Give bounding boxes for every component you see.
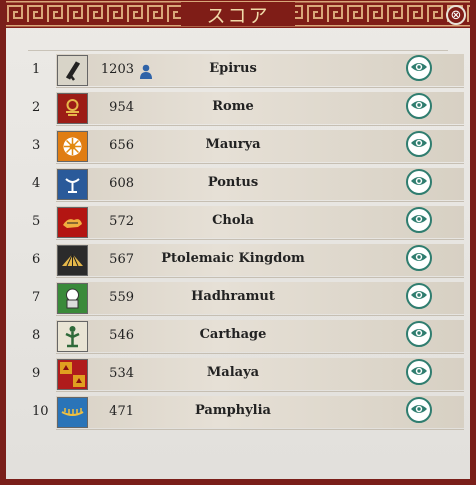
- row-divider: [56, 315, 464, 316]
- row-divider: [56, 125, 464, 126]
- score-window: スコア ⊗ 1 1203 Epirus 2 954 Rome 3 656 Maurya 4 608 P…: [0, 0, 476, 485]
- row-divider: [56, 239, 464, 240]
- eye-icon: [410, 211, 428, 230]
- score-row: 2 954 Rome: [28, 90, 464, 128]
- title-plate: スコア: [181, 2, 295, 27]
- view-civ-button[interactable]: [406, 131, 432, 157]
- view-civ-button[interactable]: [406, 245, 432, 271]
- score-row: 10 471 Pamphylia: [28, 394, 464, 432]
- civ-flag-icon: [57, 55, 88, 86]
- civ-flag-icon: [57, 321, 88, 352]
- table-top-divider: [28, 50, 448, 51]
- civ-flag-icon: [57, 207, 88, 238]
- score-row: 7 559 Hadhramut: [28, 280, 464, 318]
- view-civ-button[interactable]: [406, 283, 432, 309]
- rank-number: 1: [32, 62, 41, 77]
- close-icon: ⊗: [450, 7, 462, 23]
- row-divider: [56, 429, 464, 430]
- close-button[interactable]: ⊗: [446, 5, 466, 25]
- eye-icon: [410, 135, 428, 154]
- civ-flag-icon: [57, 397, 88, 428]
- civ-name: Ptolemaic Kingdom: [161, 251, 305, 266]
- title-bar: スコア: [6, 0, 470, 28]
- rank-number: 8: [32, 328, 41, 343]
- civ-name: Malaya: [206, 365, 260, 380]
- row-divider: [56, 277, 464, 278]
- view-civ-button[interactable]: [406, 93, 432, 119]
- civ-name: Epirus: [209, 61, 257, 76]
- eye-icon: [410, 325, 428, 344]
- civ-name: Pamphylia: [194, 403, 271, 418]
- civ-name: Chola: [212, 213, 254, 228]
- score-row: 9 534 Malaya: [28, 356, 464, 394]
- civ-flag-icon: [57, 245, 88, 276]
- row-divider: [56, 87, 464, 88]
- civ-name: Rome: [212, 99, 254, 114]
- civ-name: Maurya: [205, 137, 261, 152]
- eye-icon: [410, 401, 428, 420]
- rank-number: 5: [32, 214, 41, 229]
- rank-number: 2: [32, 100, 41, 115]
- score-row: 4 608 Pontus: [28, 166, 464, 204]
- eye-icon: [410, 59, 428, 78]
- view-civ-button[interactable]: [406, 359, 432, 385]
- civ-flag-icon: [57, 359, 88, 390]
- view-civ-button[interactable]: [406, 169, 432, 195]
- rank-number: 7: [32, 290, 41, 305]
- view-civ-button[interactable]: [406, 207, 432, 233]
- civ-name: Carthage: [199, 327, 267, 342]
- row-divider: [56, 201, 464, 202]
- civ-flag-icon: [57, 93, 88, 124]
- civ-flag-icon: [57, 169, 88, 200]
- eye-icon: [410, 249, 428, 268]
- score-row: 1 1203 Epirus: [28, 52, 464, 90]
- eye-icon: [410, 173, 428, 192]
- view-civ-button[interactable]: [406, 321, 432, 347]
- score-row: 5 572 Chola: [28, 204, 464, 242]
- civ-flag-icon: [57, 283, 88, 314]
- row-divider: [56, 163, 464, 164]
- eye-icon: [410, 363, 428, 382]
- rank-number: 9: [32, 366, 41, 381]
- view-civ-button[interactable]: [406, 397, 432, 423]
- civ-name: Pontus: [207, 175, 259, 190]
- score-table: 1 1203 Epirus 2 954 Rome 3 656 Maurya 4 608 Pontus 5…: [28, 52, 464, 432]
- row-divider: [56, 391, 464, 392]
- rank-number: 3: [32, 138, 41, 153]
- score-row: 3 656 Maurya: [28, 128, 464, 166]
- civ-name: Hadhramut: [191, 289, 275, 304]
- rank-number: 10: [32, 404, 49, 419]
- rank-number: 4: [32, 176, 41, 191]
- eye-icon: [410, 287, 428, 306]
- eye-icon: [410, 97, 428, 116]
- score-row: 6 567 Ptolemaic Kingdom: [28, 242, 464, 280]
- civ-flag-icon: [57, 131, 88, 162]
- rank-number: 6: [32, 252, 41, 267]
- score-row: 8 546 Carthage: [28, 318, 464, 356]
- window-title: スコア: [206, 4, 270, 27]
- row-divider: [56, 353, 464, 354]
- view-civ-button[interactable]: [406, 55, 432, 81]
